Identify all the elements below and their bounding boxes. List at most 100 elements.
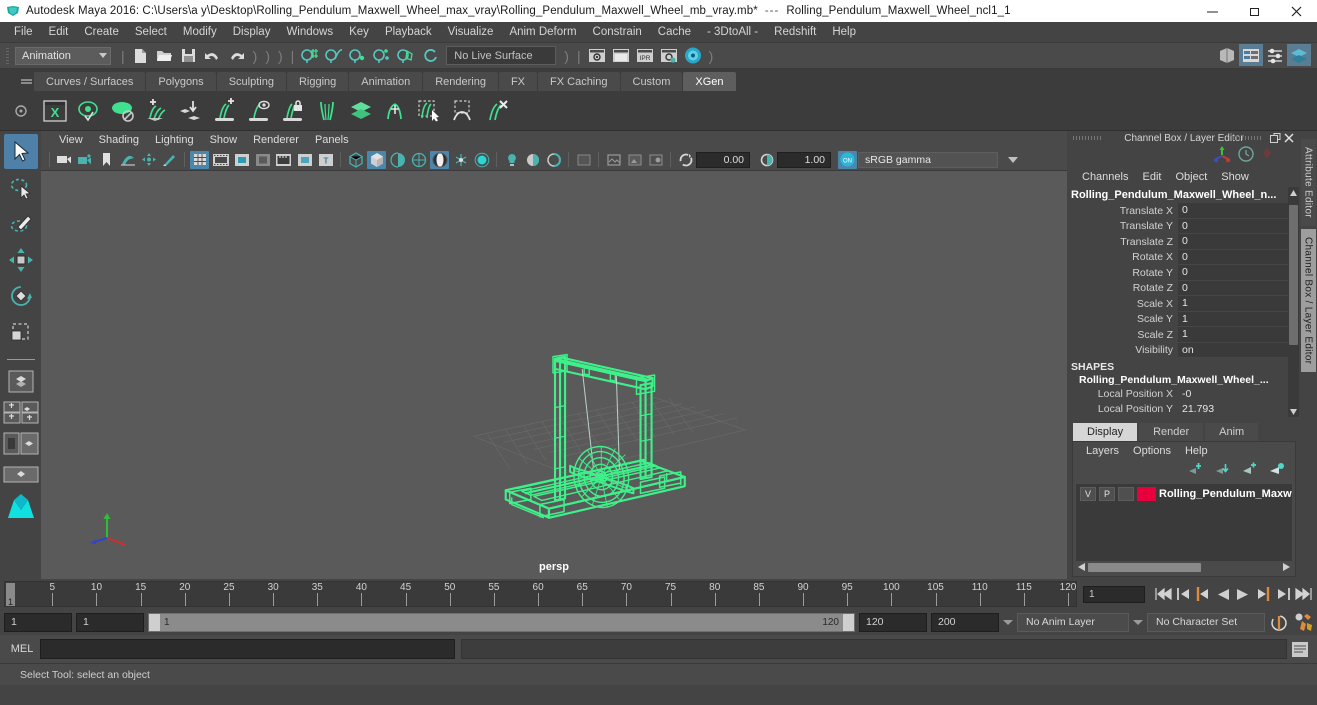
xgen-clump-icon[interactable] — [446, 94, 480, 128]
xgen-density-icon[interactable] — [344, 94, 378, 128]
layer-color-swatch[interactable] — [1137, 486, 1156, 501]
layer-visibility-toggle[interactable]: V — [1080, 486, 1096, 501]
channel-box-scrollbar[interactable] — [1288, 187, 1299, 417]
viewport-menu-view[interactable]: View — [51, 134, 91, 146]
manipulator-axis-icon[interactable] — [1211, 145, 1233, 168]
channel-row[interactable]: Visibility on — [1069, 342, 1288, 358]
channel-value-field[interactable]: 0 — [1178, 249, 1288, 265]
snap-to-point-icon[interactable] — [346, 45, 370, 67]
lasso-select-tool[interactable] — [4, 170, 38, 205]
shelf-tab-fx[interactable]: FX — [498, 72, 538, 91]
menu-modify[interactable]: Modify — [175, 23, 225, 41]
command-language-label[interactable]: MEL — [4, 643, 40, 655]
render-current-frame-icon[interactable] — [585, 45, 609, 67]
layer-menu-layers[interactable]: Layers — [1079, 445, 1126, 457]
viewport-menu-shading[interactable]: Shading — [91, 134, 147, 146]
show-hide-channel-box-icon[interactable] — [1287, 44, 1311, 66]
camera-attributes-icon[interactable] — [76, 151, 95, 169]
channel-value-field[interactable]: on — [1178, 342, 1288, 358]
anim-layer-selector[interactable]: No Anim Layer — [1017, 612, 1129, 632]
play-backwards-icon[interactable] — [1213, 583, 1233, 605]
shelf-tab-custom[interactable]: Custom — [620, 72, 683, 91]
menu-select[interactable]: Select — [127, 23, 175, 41]
close-panel-icon[interactable] — [1283, 132, 1295, 144]
four-view-layout-icon[interactable] — [3, 398, 39, 426]
new-scene-icon[interactable] — [129, 45, 153, 67]
rotate-tool[interactable] — [4, 278, 38, 313]
step-back-key-icon[interactable] — [1193, 583, 1213, 605]
channel-box-menu-show[interactable]: Show — [1214, 171, 1256, 183]
shelf-tab-rigging[interactable]: Rigging — [286, 72, 349, 91]
channel-row[interactable]: Translate X 0 — [1069, 203, 1288, 219]
menu-cache[interactable]: Cache — [650, 23, 699, 41]
render-settings-icon[interactable] — [657, 45, 681, 67]
channel-box-menu-channels[interactable]: Channels — [1075, 171, 1135, 183]
xgen-eye-guide-icon[interactable] — [242, 94, 276, 128]
exposure-field[interactable]: 0.00 — [696, 151, 750, 168]
make-live-icon[interactable] — [418, 45, 442, 67]
gate-mask-icon[interactable] — [253, 151, 272, 169]
menu-set-selector[interactable]: Animation — [15, 46, 111, 65]
two-d-pan-zoom-icon[interactable] — [139, 151, 158, 169]
menu-edit[interactable]: Edit — [41, 23, 77, 41]
menu-redshift[interactable]: Redshift — [766, 23, 824, 41]
film-gate-icon[interactable] — [211, 151, 230, 169]
animation-preferences-icon[interactable] — [1293, 611, 1313, 633]
viewport-menu-panels[interactable]: Panels — [307, 134, 357, 146]
save-scene-icon[interactable] — [177, 45, 201, 67]
layer-playback-toggle[interactable]: P — [1099, 486, 1115, 501]
shelf-tab-animation[interactable]: Animation — [349, 72, 423, 91]
animation-start-time-field[interactable]: 1 — [4, 612, 72, 632]
scrollbar-thumb[interactable] — [1088, 562, 1201, 572]
title-safe-icon[interactable]: T — [316, 151, 335, 169]
snap-to-grid-icon[interactable] — [298, 45, 322, 67]
channel-box-menu-object[interactable]: Object — [1168, 171, 1214, 183]
xgen-preview-icon[interactable] — [72, 94, 106, 128]
single-perspective-layout-icon[interactable] — [3, 367, 39, 395]
xray-joints-icon[interactable] — [472, 151, 491, 169]
shelf-tab-curves-surfaces[interactable]: Curves / Surfaces — [34, 72, 146, 91]
channel-box-menu-edit[interactable]: Edit — [1135, 171, 1168, 183]
menu-3dtoall[interactable]: - 3DtoAll - — [699, 23, 766, 41]
snap-to-curve-icon[interactable] — [322, 45, 346, 67]
channel-value-field[interactable]: 1 — [1178, 327, 1288, 343]
maya-bookmark-icon[interactable] — [3, 491, 39, 519]
scroll-up-arrow-icon[interactable] — [1289, 187, 1298, 198]
grid-icon[interactable] — [190, 150, 209, 169]
channel-row[interactable]: Local Position Y 21.793 — [1069, 402, 1288, 418]
step-back-frame-icon[interactable] — [1173, 583, 1193, 605]
wireframe-on-shaded-icon[interactable] — [430, 150, 449, 169]
undock-panel-icon[interactable] — [1269, 132, 1281, 144]
undo-icon[interactable] — [201, 45, 225, 67]
channel-row[interactable]: Local Position X -0 — [1069, 386, 1288, 402]
layer-shading-toggle[interactable] — [1118, 486, 1134, 501]
menu-constrain[interactable]: Constrain — [585, 23, 650, 41]
menu-windows[interactable]: Windows — [278, 23, 341, 41]
move-layer-down-icon[interactable] — [1214, 462, 1231, 481]
resolution-gate-icon[interactable] — [232, 151, 251, 169]
animation-end-time-field[interactable]: 200 — [931, 612, 999, 632]
menu-file[interactable]: File — [6, 23, 41, 41]
scroll-left-arrow-icon[interactable] — [1078, 558, 1085, 576]
scroll-down-arrow-icon[interactable] — [1289, 406, 1298, 417]
gamma-field[interactable]: 1.00 — [777, 151, 831, 168]
auto-key-icon[interactable] — [1269, 611, 1289, 633]
render-sequence-icon[interactable] — [609, 45, 633, 67]
xray-icon[interactable] — [451, 151, 470, 169]
xgen-lock-guide-icon[interactable] — [276, 94, 310, 128]
playback-start-time-field[interactable]: 1 — [76, 612, 144, 632]
layer-menu-help[interactable]: Help — [1178, 445, 1215, 457]
layer-row[interactable]: V P Rolling_Pendulum_Maxw — [1076, 484, 1292, 503]
shelf-tab-rendering[interactable]: Rendering — [423, 72, 498, 91]
tab-channel-box-layer-editor[interactable]: Channel Box / Layer Editor — [1300, 228, 1316, 373]
film-origin-icon[interactable] — [274, 151, 293, 169]
viewport-menu-renderer[interactable]: Renderer — [245, 134, 307, 146]
step-forward-frame-icon[interactable] — [1273, 583, 1293, 605]
channel-row[interactable]: Rotate Z 0 — [1069, 280, 1288, 296]
color-management-select[interactable]: sRGB gamma — [858, 151, 998, 168]
smooth-shade-all-icon[interactable] — [367, 150, 386, 169]
go-to-end-icon[interactable] — [1293, 583, 1313, 605]
show-hide-attribute-editor-icon[interactable] — [1239, 44, 1263, 66]
wireframe-icon[interactable] — [346, 151, 365, 169]
menu-playback[interactable]: Playback — [377, 23, 440, 41]
